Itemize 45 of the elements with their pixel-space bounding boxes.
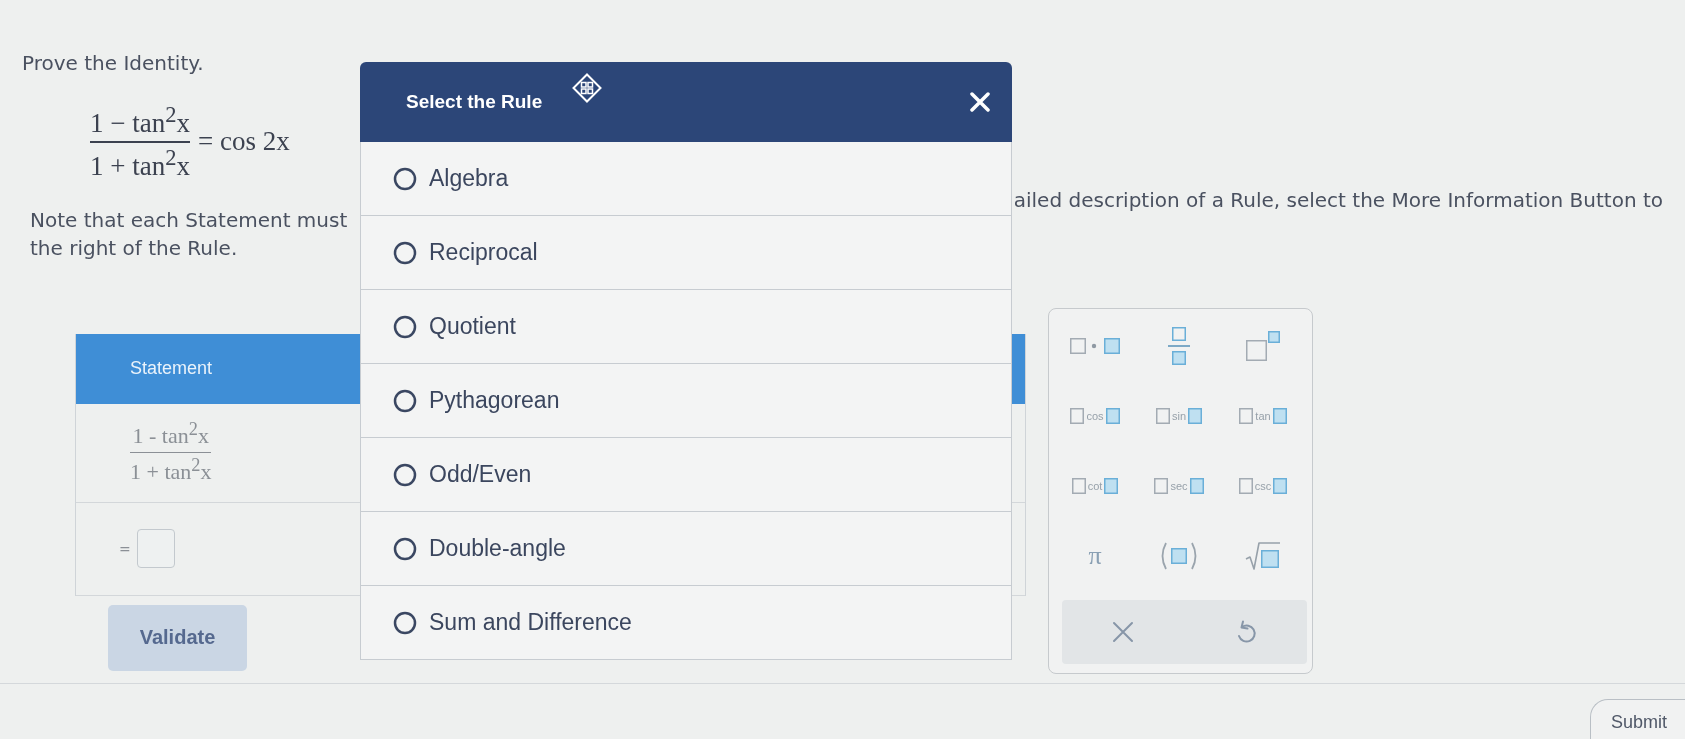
placeholder-box-icon: [1105, 407, 1120, 424]
fraction-denominator: 1 + tan$^{2}$x: [130, 455, 212, 486]
placeholder-box-icon: [1273, 477, 1288, 494]
instruction-text: Note that each Statement must: [30, 206, 348, 234]
placeholder-box-icon: [1189, 477, 1204, 494]
rule-option[interactable]: Double-angle: [360, 512, 1012, 586]
radio-button[interactable]: [393, 536, 417, 561]
dialog-title: Select the Rule: [406, 91, 543, 113]
move-icon[interactable]: [572, 73, 603, 103]
rule-option[interactable]: Sum and Difference: [360, 586, 1012, 660]
placeholder-box-icon: [1239, 407, 1254, 424]
rule-option[interactable]: Algebra: [360, 142, 1012, 216]
multiply-template-icon: [1070, 337, 1120, 354]
fraction-numerator: 1 - tan$^{2}$x: [132, 419, 209, 450]
fraction-numerator: 1 − tan$^{2}$x: [90, 102, 190, 139]
rule-option[interactable]: Odd/Even: [360, 438, 1012, 512]
submit-button[interactable]: Submit: [1590, 698, 1685, 739]
close-icon[interactable]: [970, 92, 990, 112]
placeholder-box-icon: [1238, 477, 1253, 494]
radio-button[interactable]: [393, 388, 417, 413]
radio-button[interactable]: [393, 610, 417, 635]
radio-button[interactable]: [393, 462, 417, 487]
fraction-template-icon: [1168, 326, 1190, 365]
placeholder-box-icon: [1154, 477, 1169, 494]
placeholder-box-icon: [1104, 477, 1119, 494]
exponent-template-icon: [1246, 330, 1280, 361]
placeholder-box-icon: [1188, 407, 1203, 424]
rule-option[interactable]: Reciprocal: [360, 216, 1012, 290]
rule-option[interactable]: Pythagorean: [360, 364, 1012, 438]
instruction-text: the right of the Rule.: [30, 234, 238, 262]
equation-right-side: = cos 2x: [197, 126, 290, 158]
instruction-text: ailed description of a Rule, select the More Information Button to: [1013, 186, 1663, 214]
placeholder-box-icon: [1071, 477, 1086, 494]
placeholder-box-icon: [1272, 407, 1287, 424]
validate-button[interactable]: Validate: [108, 604, 247, 671]
prompt-title: Prove the Identity.: [22, 50, 204, 76]
square-root-template-icon: [1245, 540, 1281, 571]
placeholder-box-icon: [1155, 407, 1170, 424]
radio-button[interactable]: [393, 240, 417, 265]
radio-button[interactable]: [393, 166, 417, 191]
placeholder-box-icon: [1070, 407, 1085, 424]
fraction-denominator: 1 + tan$^{2}$x: [90, 144, 190, 182]
equals-sign: =: [119, 540, 131, 557]
rule-option[interactable]: Quotient: [360, 290, 1012, 364]
radio-button[interactable]: [393, 314, 417, 339]
